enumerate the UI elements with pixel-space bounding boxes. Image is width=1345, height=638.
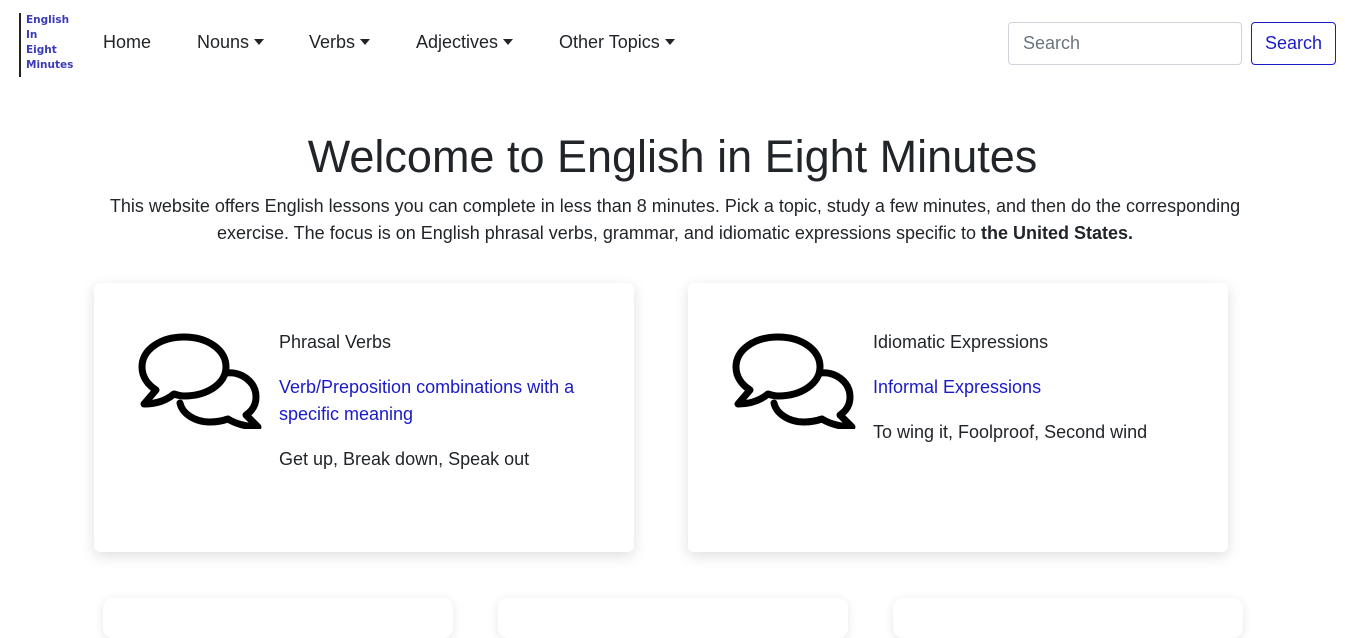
card-preview [498, 598, 848, 638]
intro-text: This website offers English lessons you … [100, 193, 1250, 247]
nav-home-label: Home [103, 32, 152, 52]
site-logo[interactable]: English In Eight Minutes [19, 13, 79, 77]
caret-down-icon [254, 39, 265, 45]
nav-nouns-dropdown[interactable]: Nouns [197, 31, 265, 53]
search-input[interactable] [1008, 22, 1242, 65]
nav-verbs-label: Verbs [309, 32, 356, 52]
card-examples: Get up, Break down, Speak out [279, 449, 530, 469]
caret-down-icon [360, 39, 371, 45]
nav-home[interactable]: Home [103, 31, 151, 53]
card-title: Phrasal Verbs [279, 332, 392, 352]
speech-bubbles-icon [732, 333, 856, 429]
card-examples: To wing it, Foolproof, Second wind [873, 422, 1148, 442]
navbar: English In Eight Minutes Home Nouns Verb… [0, 0, 1345, 86]
nav-other-topics-dropdown[interactable]: Other Topics [559, 31, 675, 53]
nav-adjectives-label: Adjectives [416, 32, 499, 52]
nav-nouns-label: Nouns [197, 32, 250, 52]
logo-line: English [26, 14, 70, 26]
card-title: Idiomatic Expressions [873, 332, 1049, 352]
search-button[interactable]: Search [1251, 22, 1336, 65]
nav-adjectives-dropdown[interactable]: Adjectives [416, 31, 514, 53]
nav-other-topics-label: Other Topics [559, 32, 660, 52]
speech-bubbles-icon [138, 333, 262, 429]
nav-verbs-dropdown[interactable]: Verbs [309, 31, 371, 53]
caret-down-icon [503, 39, 514, 45]
card-link[interactable]: Informal Expressions [873, 374, 1193, 401]
card-body: Phrasal Verbs Verb/Preposition combinati… [279, 329, 599, 473]
card-body: Idiomatic Expressions Informal Expressio… [873, 329, 1193, 446]
logo-line: In [26, 29, 38, 41]
logo-line: Eight [26, 44, 57, 56]
intro-text-emphasis: the United States. [981, 223, 1134, 243]
card-idiomatic-expressions: Idiomatic Expressions Informal Expressio… [688, 283, 1228, 552]
card-phrasal-verbs: Phrasal Verbs Verb/Preposition combinati… [94, 283, 634, 552]
card-preview [893, 598, 1243, 638]
logo-line: Minutes [26, 59, 74, 71]
card-preview [103, 598, 453, 638]
page-title: Welcome to English in Eight Minutes [307, 131, 1038, 182]
card-link[interactable]: Verb/Preposition combinations with a spe… [279, 374, 599, 428]
caret-down-icon [664, 39, 675, 45]
